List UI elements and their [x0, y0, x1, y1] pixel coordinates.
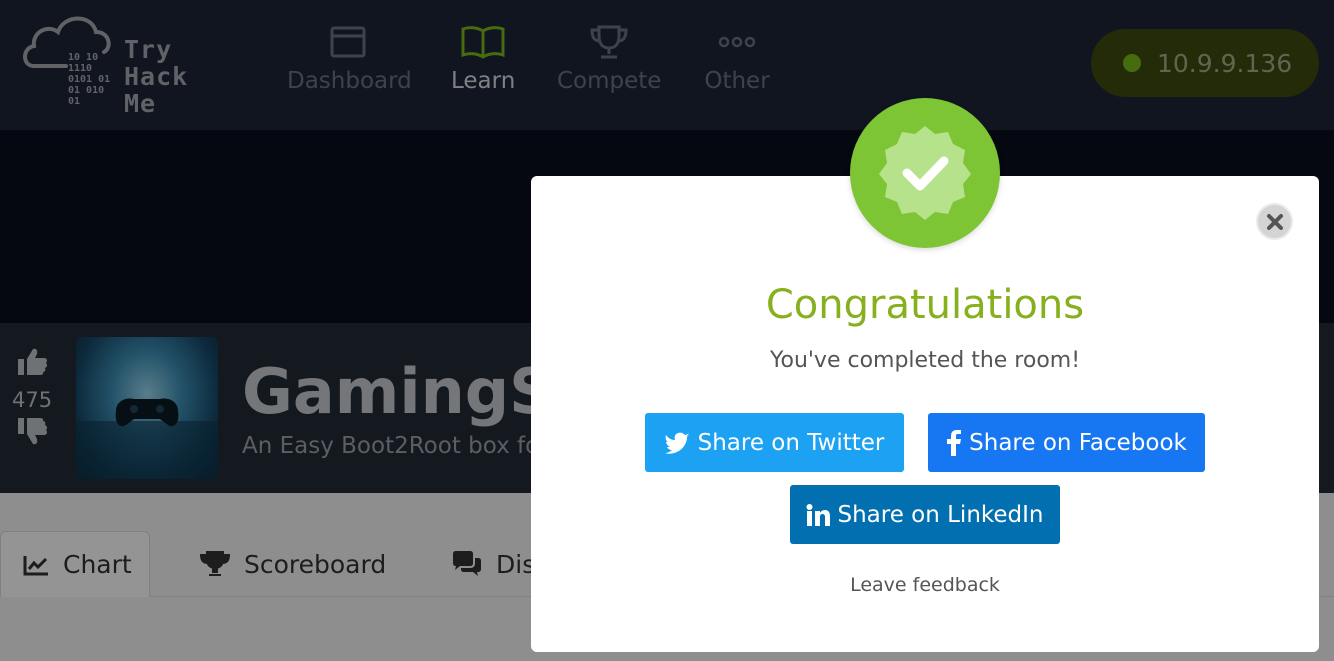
modal-title: Congratulations	[765, 282, 1085, 328]
share-facebook-label: Share on Facebook	[969, 429, 1187, 456]
twitter-icon	[664, 432, 691, 454]
linkedin-icon	[806, 503, 831, 526]
close-modal-button[interactable]	[1256, 203, 1293, 240]
share-twitter-label: Share on Twitter	[697, 429, 885, 456]
modal-subtitle: You've completed the room!	[769, 348, 1081, 373]
share-twitter-button[interactable]: Share on Twitter	[645, 413, 904, 472]
share-linkedin-label: Share on LinkedIn	[837, 501, 1044, 528]
completion-badge	[850, 98, 1000, 248]
close-icon	[1266, 213, 1283, 230]
facebook-icon	[946, 429, 962, 456]
badge-check-icon	[879, 126, 971, 220]
leave-feedback-link[interactable]: Leave feedback	[531, 574, 1319, 596]
share-facebook-button[interactable]: Share on Facebook	[928, 413, 1205, 472]
share-linkedin-button[interactable]: Share on LinkedIn	[790, 485, 1060, 544]
